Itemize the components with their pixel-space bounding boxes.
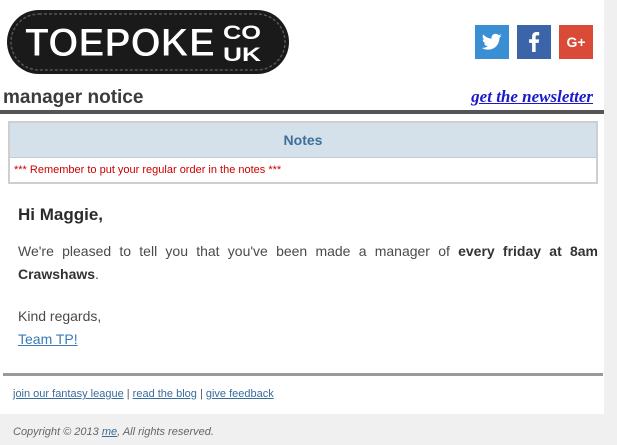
footer-links: join our fantasy league | read the blog … [13, 388, 274, 400]
greeting: Hi Maggie, [18, 205, 104, 224]
notes-panel: Notes *** Remember to put your regular o… [8, 121, 598, 184]
copyright: Copyright © 2013 me, All rights reserved… [13, 426, 214, 438]
toepoke-logo[interactable]: TOEPOKE CO UK [5, 6, 291, 78]
regards-text: Kind regards, [18, 308, 102, 324]
feedback-link[interactable]: give feedback [206, 388, 274, 400]
footer-separator: | [123, 388, 133, 400]
facebook-icon [529, 32, 540, 52]
page-title: manager notice [3, 87, 144, 108]
team-link[interactable]: Team TP! [18, 331, 78, 347]
google-plus-icon: G+ [566, 34, 586, 50]
logo-tld-bottom: UK [223, 45, 261, 66]
message-prefix: We're pleased to tell you that you've be… [18, 243, 459, 259]
footer-divider [3, 373, 603, 376]
blog-link[interactable]: read the blog [133, 388, 197, 400]
header: TOEPOKE CO UK G+ [0, 0, 604, 84]
facebook-button[interactable] [517, 25, 551, 59]
logo-graphic: TOEPOKE CO UK [7, 10, 289, 74]
copyright-link[interactable]: me [102, 426, 117, 438]
newsletter-link[interactable]: get the newsletter [471, 87, 593, 107]
logo-text: TOEPOKE [25, 21, 215, 65]
twitter-button[interactable] [475, 25, 509, 59]
title-bar: manager notice get the newsletter [0, 84, 604, 114]
message-content: Hi Maggie, We're pleased to tell you tha… [18, 205, 598, 351]
sign-off: Kind regards, Team TP! [18, 305, 598, 351]
notes-text: *** Remember to put your regular order i… [14, 164, 282, 176]
notes-heading: Notes [10, 123, 596, 158]
fantasy-league-link[interactable]: join our fantasy league [13, 388, 124, 400]
message-suffix: . [95, 266, 99, 282]
logo-tld-top: CO [223, 23, 261, 44]
twitter-icon [482, 33, 502, 50]
message-paragraph: We're pleased to tell you that you've be… [18, 240, 598, 286]
email-container: TOEPOKE CO UK G+ manager notice get the … [0, 0, 604, 414]
copyright-prefix: Copyright © 2013 [13, 426, 102, 438]
copyright-suffix: , All rights reserved. [117, 426, 214, 438]
footer-separator: | [196, 388, 206, 400]
google-plus-button[interactable]: G+ [559, 25, 593, 59]
